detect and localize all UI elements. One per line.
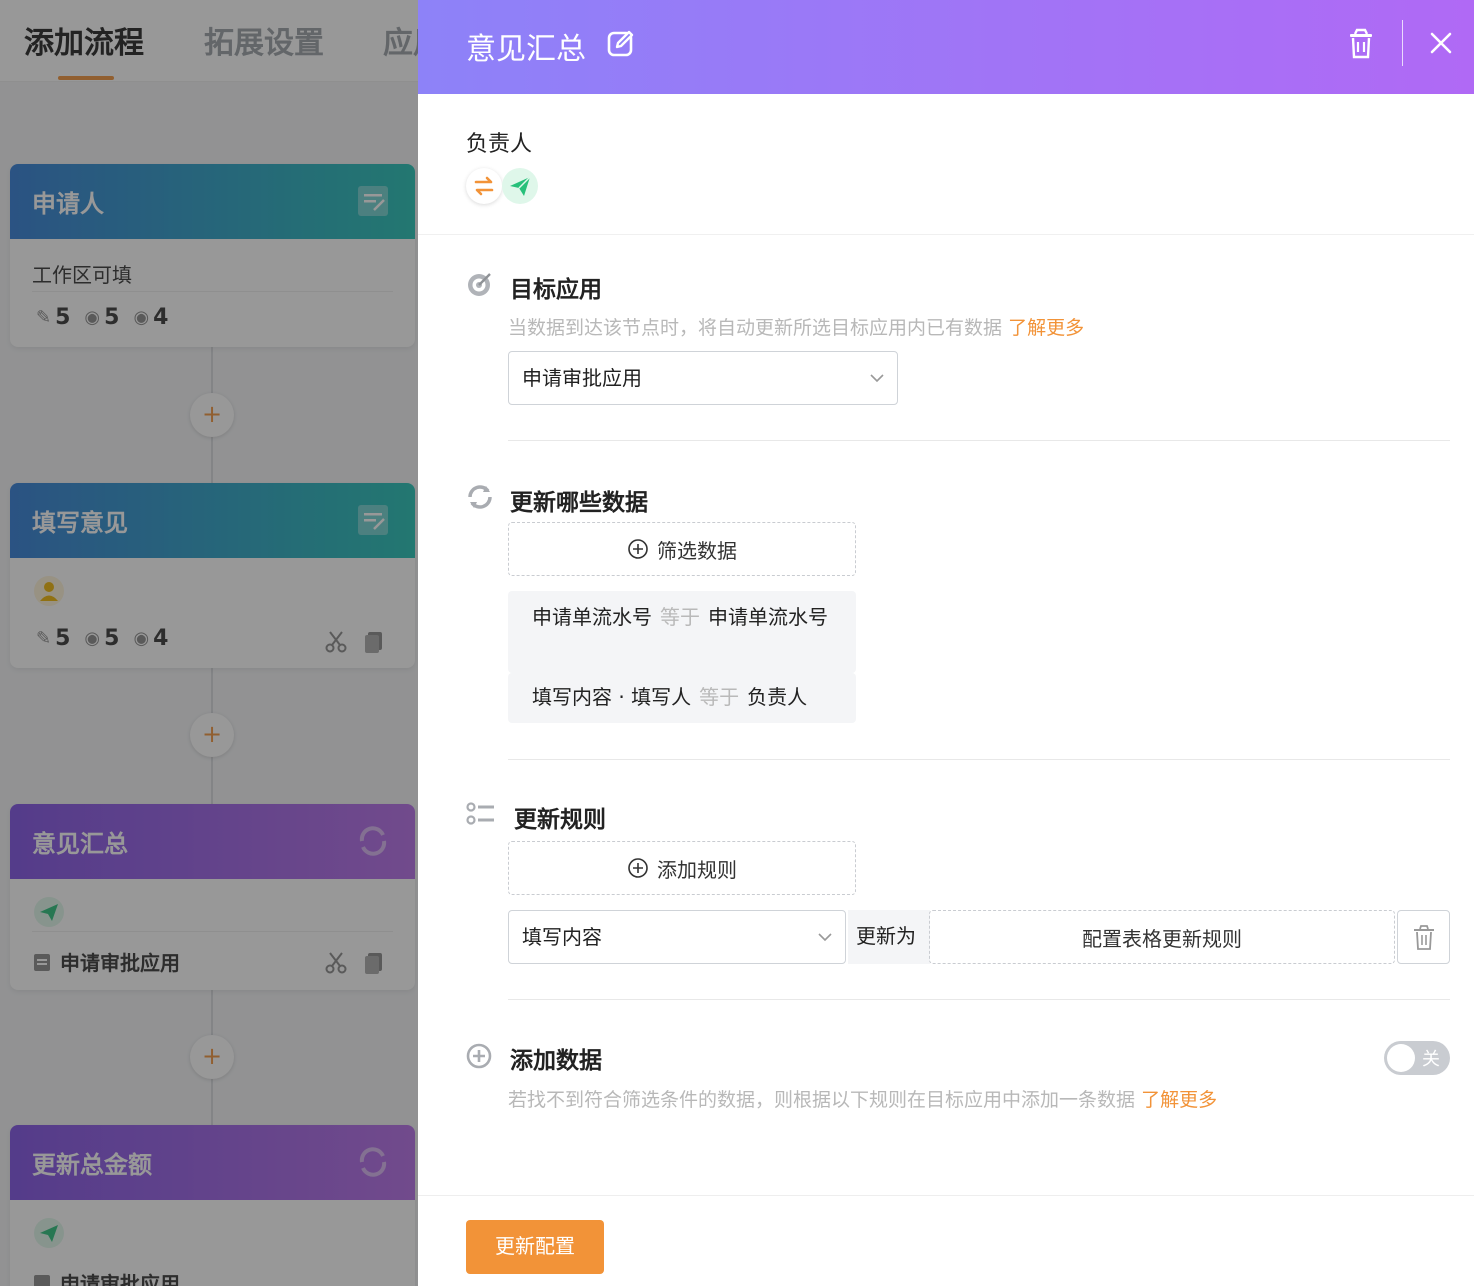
condition-operator: 等于 — [699, 685, 740, 709]
toggle-state-label: 关 — [1422, 1049, 1440, 1070]
filter-data-button[interactable]: 筛选数据 — [508, 522, 856, 576]
filter-title: 更新哪些数据 — [510, 490, 648, 516]
target-app-desc-text: 当数据到达该节点时，将自动更新所选目标应用内已有数据 — [508, 317, 1003, 339]
configure-table-rule-button[interactable]: 配置表格更新规则 — [929, 910, 1395, 964]
add-rule-label: 添加规则 — [657, 857, 737, 882]
rule-field-value: 填写内容 — [522, 925, 602, 949]
flow-canvas: 添加流程 拓展设置 应用 + + + 申请人 工作区可填 ✎5 ◉5 ◉4 — [0, 0, 418, 1286]
node-config-drawer: 意见汇总 负责人 目标应用 当数据到达该节点时，将自动更新所选目标应用内已有数据… — [418, 0, 1474, 1286]
chevron-down-icon — [818, 933, 832, 942]
learn-more-link[interactable]: 了解更多 — [1141, 1089, 1217, 1111]
add-data-title: 添加数据 — [510, 1048, 602, 1074]
send-icon — [502, 168, 538, 204]
edit-title-icon[interactable] — [606, 28, 636, 58]
add-data-toggle[interactable]: 关 — [1384, 1041, 1450, 1075]
learn-more-link[interactable]: 了解更多 — [1008, 317, 1084, 339]
update-config-button[interactable]: 更新配置 — [466, 1220, 604, 1274]
target-icon — [468, 273, 491, 296]
delete-rule-button[interactable] — [1397, 910, 1450, 964]
modal-backdrop[interactable] — [0, 0, 418, 1286]
filter-data-label: 筛选数据 — [657, 538, 737, 563]
drawer-header: 意见汇总 — [418, 0, 1474, 94]
condition-right: 申请单流水号 — [708, 605, 828, 629]
chevron-down-icon — [870, 374, 884, 383]
condition-operator: 等于 — [660, 605, 700, 629]
footer-divider — [418, 1195, 1474, 1196]
rule-field-select[interactable]: 填写内容 — [508, 910, 846, 964]
header-divider — [1402, 20, 1403, 66]
trash-icon — [1414, 925, 1434, 950]
add-data-desc-text: 若找不到符合筛选条件的数据，则根据以下规则在目标应用中添加一条数据 — [508, 1089, 1136, 1111]
plus-circle-icon — [466, 1043, 492, 1069]
owner-label: 负责人 — [466, 132, 533, 157]
section-divider — [508, 440, 1450, 441]
condition-left: 填写内容 · 填写人 — [532, 685, 692, 709]
close-icon[interactable] — [1428, 30, 1454, 56]
toggle-knob — [1387, 1044, 1415, 1072]
section-divider — [508, 759, 1450, 760]
target-app-select[interactable]: 申请审批应用 — [508, 351, 898, 405]
switch-owner-icon[interactable] — [466, 168, 502, 204]
add-data-desc: 若找不到符合筛选条件的数据，则根据以下规则在目标应用中添加一条数据 了解更多 — [508, 1085, 1217, 1112]
list-icon — [466, 802, 494, 825]
drawer-title: 意见汇总 — [466, 32, 586, 67]
delete-node-icon[interactable] — [1346, 28, 1376, 60]
plus-circle-icon — [628, 539, 648, 559]
condition-left: 申请单流水号 — [532, 605, 652, 629]
plus-circle-icon — [628, 858, 648, 878]
filter-condition[interactable]: 填写内容 · 填写人 等于 负责人 — [508, 673, 856, 723]
target-app-desc: 当数据到达该节点时，将自动更新所选目标应用内已有数据 了解更多 — [508, 313, 1084, 340]
section-divider — [418, 234, 1474, 235]
update-rules-title: 更新规则 — [514, 807, 606, 833]
target-app-value: 申请审批应用 — [522, 366, 642, 390]
target-app-title: 目标应用 — [510, 277, 602, 303]
update-to-label: 更新为 — [848, 910, 930, 964]
refresh-icon — [468, 485, 492, 509]
add-rule-button[interactable]: 添加规则 — [508, 841, 856, 895]
section-divider — [508, 999, 1450, 1000]
filter-condition[interactable]: 申请单流水号 等于 申请单流水号 — [508, 591, 856, 673]
condition-right: 负责人 — [747, 685, 808, 709]
